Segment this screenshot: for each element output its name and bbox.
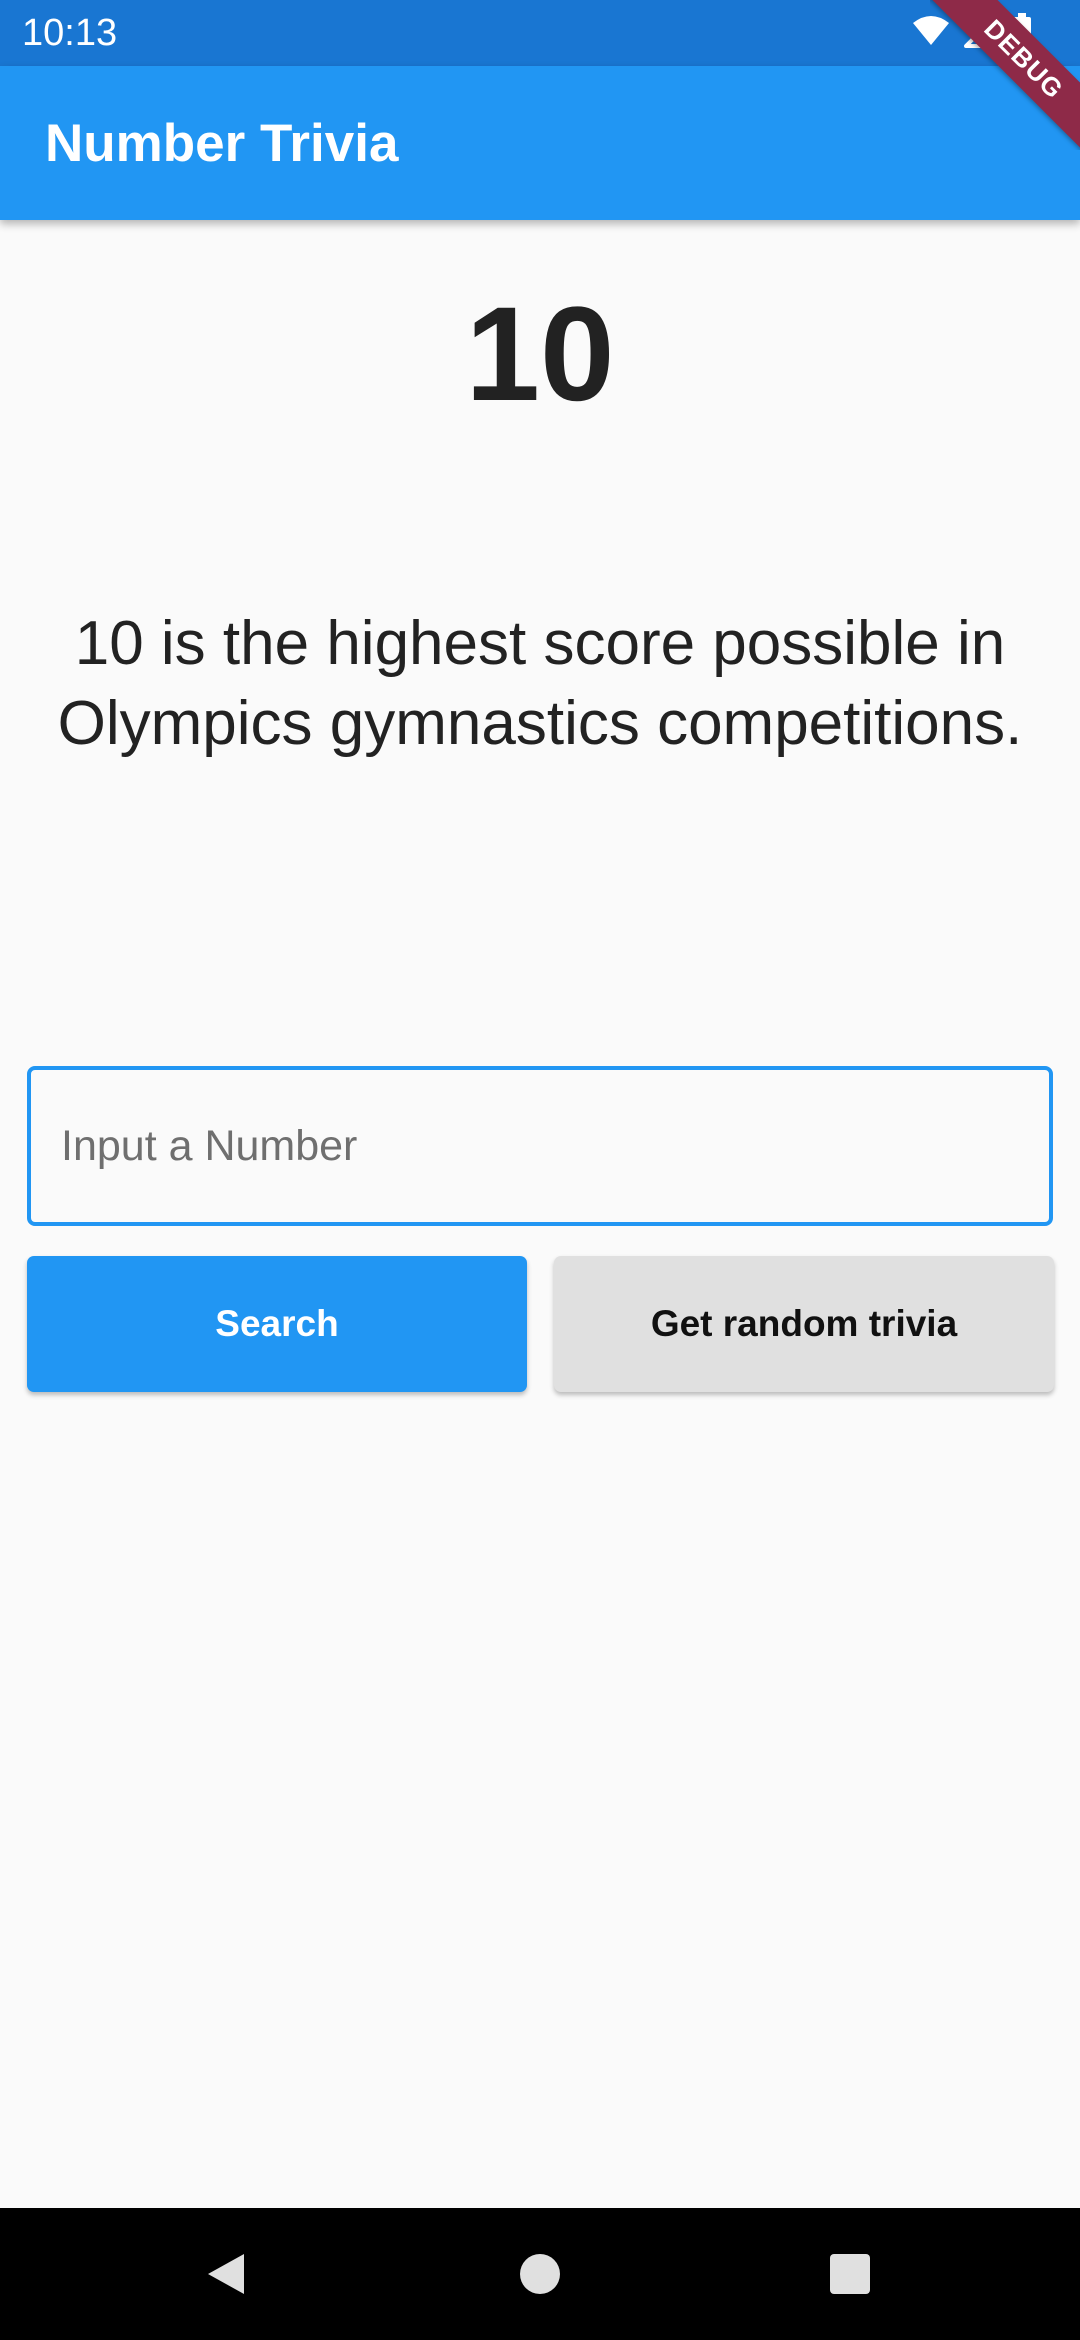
search-button[interactable]: Search <box>27 1256 527 1392</box>
status-bar: 10:13 <box>0 0 1080 66</box>
app-title: Number Trivia <box>45 114 399 173</box>
home-icon[interactable] <box>510 2244 570 2304</box>
get-random-trivia-button[interactable]: Get random trivia <box>554 1256 1054 1392</box>
app-screen: 10:13 DEBUG Number Trivia 10 10 is the h… <box>0 0 1080 2340</box>
trivia-text: 10 is the highest score possible in Olym… <box>57 609 1023 758</box>
system-nav-bar <box>0 2208 1080 2340</box>
debug-banner-label: DEBUG <box>930 0 1080 150</box>
recents-icon[interactable] <box>820 2244 880 2304</box>
trivia-number: 10 <box>465 280 615 429</box>
debug-banner: DEBUG <box>930 0 1080 150</box>
status-time: 10:13 <box>22 12 118 54</box>
number-input[interactable] <box>27 1066 1053 1226</box>
back-icon[interactable] <box>196 2244 256 2304</box>
app-bar: Number Trivia <box>0 66 1080 220</box>
